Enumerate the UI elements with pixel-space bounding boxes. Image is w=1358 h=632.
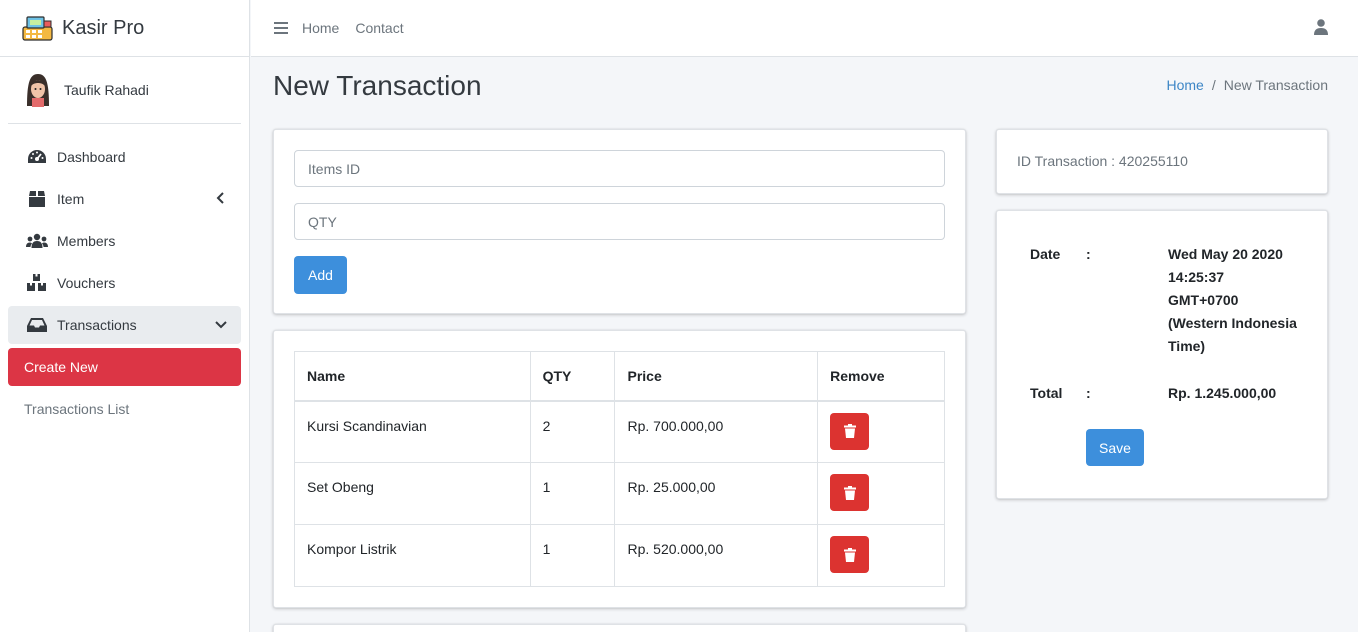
trash-icon: [843, 485, 856, 500]
date-line: (Western Indonesia: [1168, 315, 1297, 331]
chevron-down-icon: [215, 321, 227, 329]
cell-name: Set Obeng: [294, 462, 531, 525]
top-nav-home-link[interactable]: Home: [302, 20, 339, 36]
top-nav-contact-link[interactable]: Contact: [355, 20, 403, 36]
transaction-id-card: ID Transaction : 420255110: [996, 129, 1328, 194]
trash-icon: [843, 424, 856, 438]
breadcrumb: Home / New Transaction: [1166, 77, 1328, 93]
inbox-icon: [26, 316, 48, 334]
sidebar-subitem-label: Create New: [24, 359, 98, 375]
save-button[interactable]: Save: [1086, 429, 1144, 466]
table-row: Kursi Scandinavian 2 Rp. 700.000,00: [294, 400, 945, 463]
date-line: 14:25:37: [1168, 269, 1225, 285]
sidebar-subitem-create-new[interactable]: Create New: [8, 348, 241, 386]
sidebar-item-label: Members: [57, 233, 116, 249]
date-value: Wed May 20 2020 14:25:37 GMT+0700 (Weste…: [1168, 243, 1318, 358]
breadcrumb-home-link[interactable]: Home: [1166, 77, 1203, 93]
items-table-card: Name QTY Price Remove Kursi Scandinavian…: [273, 330, 966, 608]
remove-item-button[interactable]: [830, 412, 870, 450]
sidebar-subitem-transactions-list[interactable]: Transactions List: [8, 390, 241, 428]
cell-qty: 2: [529, 400, 616, 463]
user-icon[interactable]: [1314, 19, 1328, 35]
cell-qty: 1: [529, 524, 616, 587]
user-name: Taufik Rahadi: [64, 82, 149, 98]
cell-name: Kursi Scandinavian: [294, 400, 531, 463]
sidebar-item-transactions[interactable]: Transactions: [8, 306, 241, 344]
avatar: [27, 74, 49, 107]
sidebar-item-item[interactable]: Item: [8, 180, 241, 218]
box-icon: [26, 190, 48, 208]
remove-item-button[interactable]: [830, 474, 870, 511]
date-colon: :: [1086, 246, 1091, 262]
breadcrumb-separator: /: [1211, 77, 1216, 93]
sidebar-item-label: Vouchers: [57, 275, 116, 291]
remove-item-button[interactable]: [830, 536, 870, 573]
cell-remove: [817, 462, 945, 525]
cell-price: Rp. 700.000,00: [614, 400, 819, 463]
sidebar-item-label: Item: [57, 191, 85, 207]
brand-link[interactable]: Kasir Pro: [0, 0, 249, 57]
column-header-remove: Remove: [817, 351, 945, 402]
table-header-row: Name QTY Price Remove: [294, 351, 945, 402]
cell-remove: [817, 524, 945, 587]
cell-price: Rp. 25.000,00: [614, 462, 819, 525]
cell-remove: [817, 400, 945, 463]
sidebar: Kasir Pro Taufik Rahadi Dashboard Item M…: [0, 0, 250, 632]
sidebar-nav: Dashboard Item Members Vouchers Transact…: [8, 138, 241, 428]
date-line: GMT+0700: [1168, 292, 1239, 308]
sidebar-item-label: Transactions: [57, 317, 137, 333]
hamburger-menu-icon[interactable]: [274, 21, 288, 35]
dashboard-icon: [26, 148, 48, 166]
column-header-qty: QTY: [529, 351, 616, 402]
transaction-summary-card: Date : Wed May 20 2020 14:25:37 GMT+0700…: [996, 210, 1328, 499]
date-line: Wed May 20 2020: [1168, 246, 1283, 262]
boxes-icon: [26, 274, 48, 292]
add-button[interactable]: Add: [294, 256, 347, 294]
chevron-left-icon: [216, 192, 224, 204]
cell-price: Rp. 520.000,00: [614, 524, 819, 587]
cell-name: Kompor Listrik: [294, 524, 531, 587]
partial-card: [273, 624, 966, 632]
total-label: Total: [1030, 385, 1063, 401]
table-row: Set Obeng 1 Rp. 25.000,00: [294, 462, 945, 525]
qty-input[interactable]: [294, 203, 945, 240]
total-colon: :: [1086, 385, 1091, 401]
user-panel[interactable]: Taufik Rahadi: [8, 57, 241, 124]
trash-icon: [843, 547, 856, 562]
total-value: Rp. 1.245.000,00: [1168, 385, 1277, 401]
sidebar-item-members[interactable]: Members: [8, 222, 241, 260]
add-item-card: Add: [273, 129, 966, 314]
sidebar-item-vouchers[interactable]: Vouchers: [8, 264, 241, 302]
sidebar-item-dashboard[interactable]: Dashboard: [8, 138, 241, 176]
items-table: Name QTY Price Remove Kursi Scandinavian…: [294, 351, 945, 587]
brand-name: Kasir Pro: [62, 16, 145, 39]
top-navbar: Home Contact: [251, 0, 1358, 57]
table-row: Kompor Listrik 1 Rp. 520.000,00: [294, 524, 945, 587]
transaction-id: ID Transaction : 420255110: [1017, 153, 1188, 169]
users-icon: [26, 232, 48, 250]
column-header-price: Price: [614, 351, 819, 402]
sidebar-subitem-label: Transactions List: [24, 401, 130, 417]
date-line: Time): [1168, 338, 1206, 354]
sidebar-item-label: Dashboard: [57, 149, 126, 165]
breadcrumb-current: New Transaction: [1223, 77, 1328, 93]
date-label: Date: [1030, 246, 1061, 262]
cell-qty: 1: [529, 462, 616, 525]
column-header-name: Name: [294, 351, 531, 402]
cashier-logo-icon: [22, 16, 53, 41]
items-id-input[interactable]: [294, 150, 945, 187]
page-title: New Transaction: [273, 70, 482, 101]
